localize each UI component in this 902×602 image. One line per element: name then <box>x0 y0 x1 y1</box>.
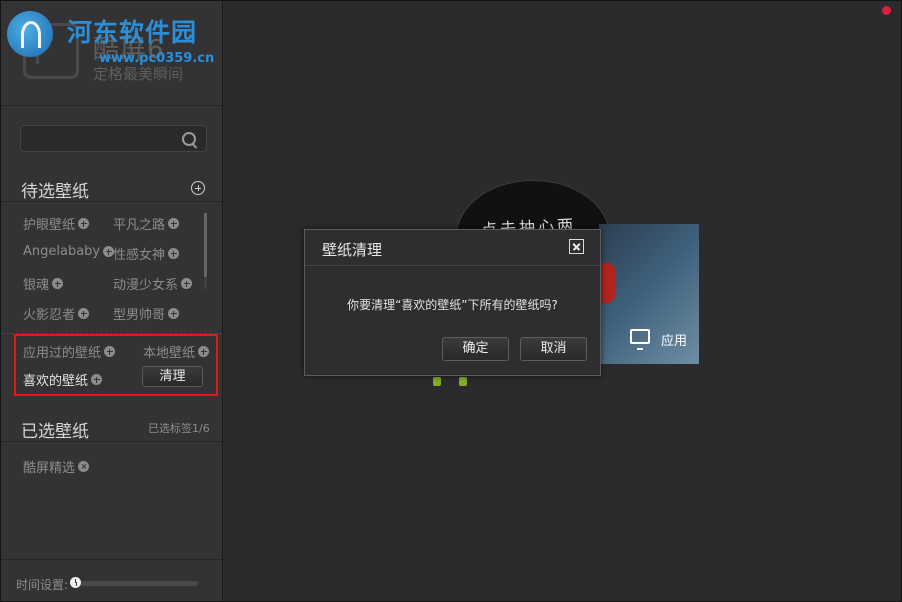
cancel-button[interactable]: 取消 <box>520 337 587 361</box>
add-icon[interactable] <box>78 308 90 319</box>
add-icon[interactable] <box>52 278 64 289</box>
wallpaper-decoration <box>429 375 479 387</box>
selected-count: 已选标签1/6 <box>148 422 210 435</box>
add-icon[interactable] <box>168 308 180 319</box>
pending-wallpapers-title: 待选壁纸 <box>21 182 89 202</box>
watermark-site-name: 河东软件园 <box>67 18 198 47</box>
dialog-message: 你要清理“喜欢的壁纸”下所有的壁纸吗? <box>347 298 558 312</box>
tag-item[interactable]: 护眼壁纸 <box>23 214 90 233</box>
wallpaper-figure <box>599 263 615 303</box>
remove-icon[interactable] <box>78 461 90 472</box>
tag-item[interactable]: 型男帅哥 <box>113 304 180 323</box>
search-input[interactable] <box>20 125 207 152</box>
selected-tag-item[interactable]: 酷屏精选 <box>23 457 90 476</box>
clear-wallpaper-dialog: 壁纸清理 你要清理“喜欢的壁纸”下所有的壁纸吗? 确定 取消 <box>304 229 601 376</box>
time-slider-handle-clock-icon[interactable] <box>70 577 81 588</box>
divider <box>305 265 600 266</box>
selected-wallpapers-title: 已选壁纸 <box>21 422 89 442</box>
tag-item[interactable]: Angelababy <box>23 244 115 259</box>
add-icon[interactable] <box>168 248 180 259</box>
tag-item[interactable]: 动漫少女系 <box>113 274 193 293</box>
add-icon[interactable] <box>168 218 180 229</box>
dialog-title: 壁纸清理 <box>322 241 383 259</box>
time-slider[interactable] <box>73 581 198 586</box>
watermark-url: www.pc0359.cn <box>99 51 215 66</box>
sidebar: 酷屏6 定格最美瞬间 河东软件园 www.pc0359.cn 待选壁纸 护眼壁纸… <box>1 1 223 601</box>
confirm-button[interactable]: 确定 <box>442 337 509 361</box>
time-setting-label: 时间设置: <box>16 578 69 592</box>
add-icon[interactable] <box>181 278 193 289</box>
highlight-annotation <box>14 334 218 396</box>
tag-item[interactable]: 火影忍者 <box>23 304 90 323</box>
monitor-icon[interactable] <box>630 329 650 350</box>
add-tag-icon[interactable] <box>191 181 205 195</box>
app-slogan: 定格最美瞬间 <box>93 65 184 83</box>
divider <box>1 559 222 560</box>
close-window-icon[interactable] <box>882 6 891 15</box>
add-icon[interactable] <box>78 218 90 229</box>
apply-button-label[interactable]: 应用 <box>661 330 687 349</box>
divider <box>1 441 222 442</box>
tag-item[interactable]: 性感女神 <box>113 244 180 263</box>
tag-item[interactable]: 平凡之路 <box>113 214 180 233</box>
search-icon[interactable] <box>182 132 196 146</box>
divider <box>1 201 222 202</box>
scrollbar-thumb[interactable] <box>204 213 207 277</box>
tag-item[interactable]: 银魂 <box>23 274 64 293</box>
watermark-logo-icon <box>7 11 53 57</box>
close-icon[interactable] <box>569 239 584 254</box>
logo-area: 酷屏6 定格最美瞬间 河东软件园 www.pc0359.cn <box>1 1 222 106</box>
app-window: 酷屏6 定格最美瞬间 河东软件园 www.pc0359.cn 待选壁纸 护眼壁纸… <box>0 0 902 602</box>
